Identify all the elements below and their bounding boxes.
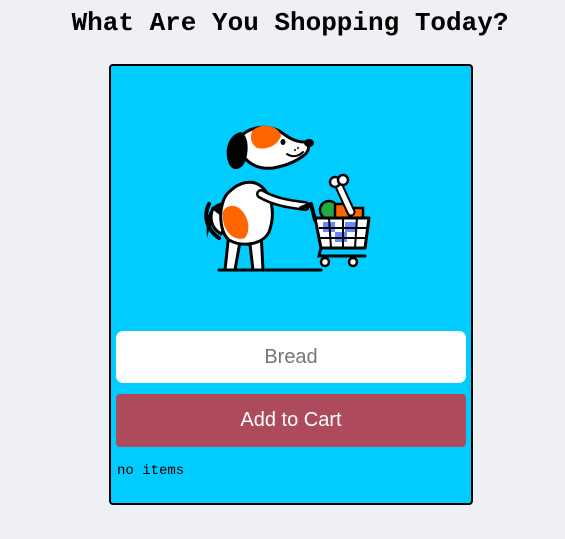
page-title: What Are You Shopping Today?	[71, 8, 509, 38]
shopping-card: Add to Cart no items	[109, 64, 473, 505]
dog-pushing-shopping-cart-icon	[204, 125, 371, 272]
add-to-cart-button[interactable]: Add to Cart	[116, 394, 466, 447]
item-input[interactable]	[116, 331, 466, 383]
cart-status-text: no items	[117, 463, 185, 479]
